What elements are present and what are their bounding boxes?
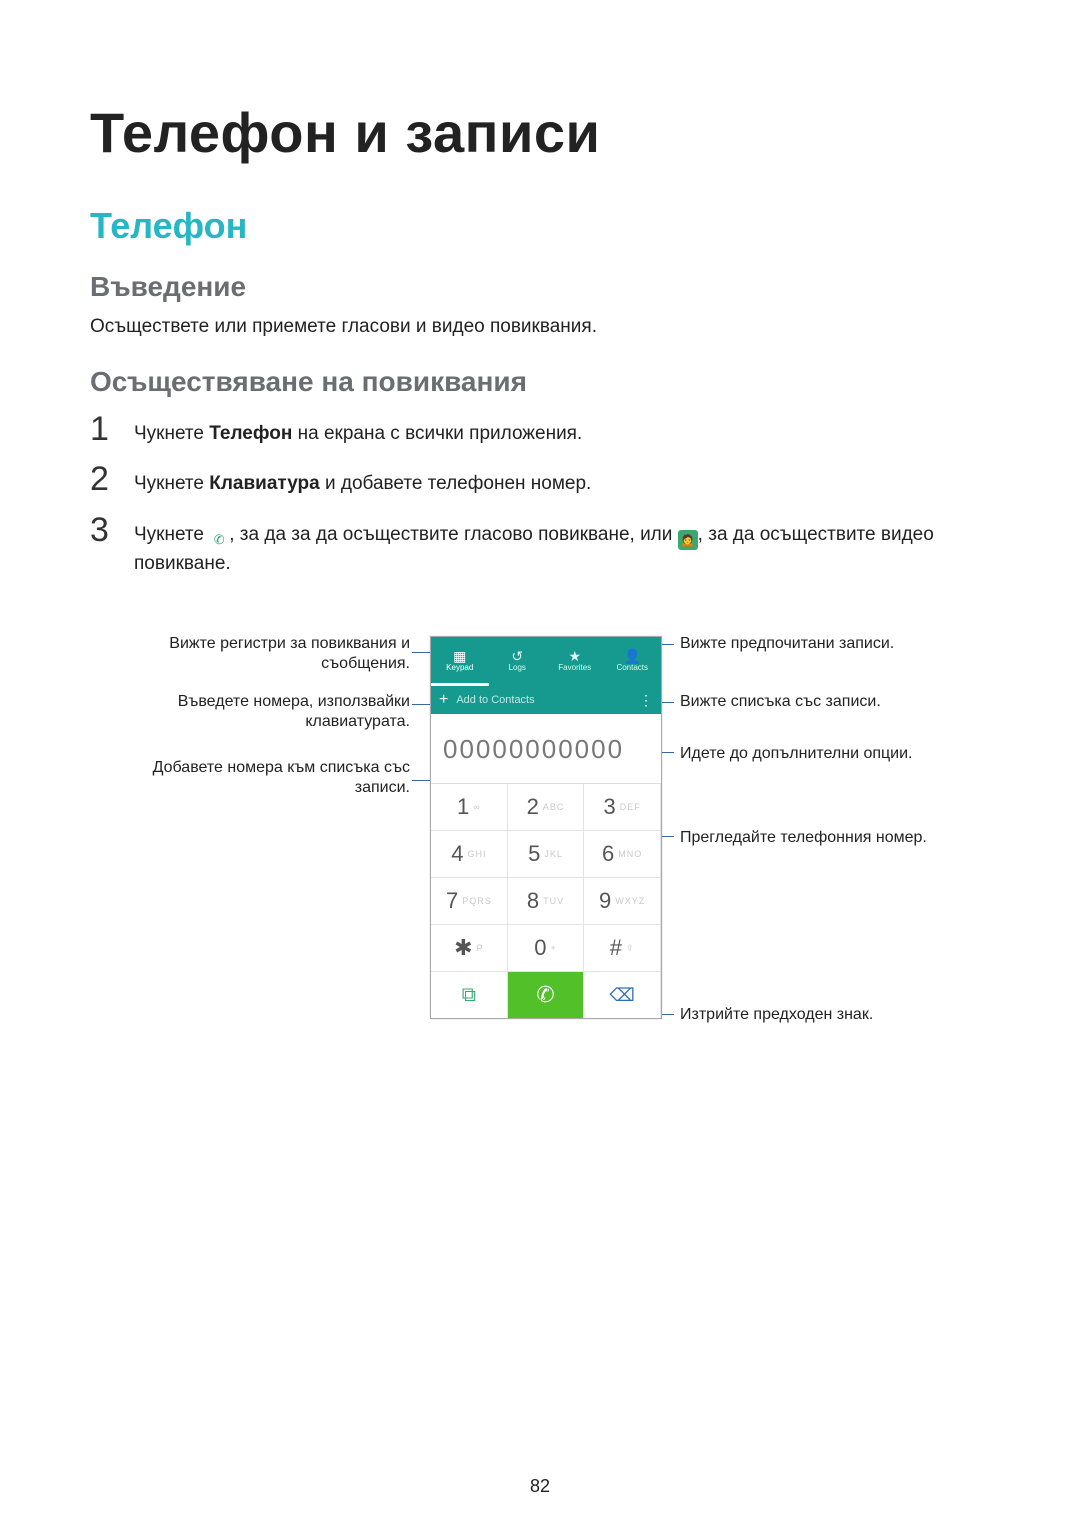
tab-label: Keypad xyxy=(446,663,473,672)
callout-contacts: Вижте списъка със записи. xyxy=(680,692,1000,712)
backspace-button[interactable]: ⌫ xyxy=(584,972,661,1018)
person-icon: 👤 xyxy=(624,649,641,663)
dialer-screenshot: ▦ Keypad ↺ Logs ★ Favorites 👤 Contacts + xyxy=(430,636,662,1019)
tab-label: Contacts xyxy=(616,663,648,672)
intro-text: Осъществете или приемете гласови и видео… xyxy=(90,313,990,342)
videocall-icon: 🙍 xyxy=(678,530,698,550)
step2-post: и добавете телефонен номер. xyxy=(320,473,592,494)
callout-view-number: Прегледайте телефонния номер. xyxy=(680,828,1000,848)
callout-add-contacts: Добавете номера към списъка със записи. xyxy=(120,758,410,798)
plus-icon: + xyxy=(439,692,448,708)
keypad-icon: ▦ xyxy=(453,649,466,663)
phone-handset-icon: ✆ xyxy=(209,530,229,550)
tab-favorites[interactable]: ★ Favorites xyxy=(546,637,604,686)
callout-logs: Вижте регистри за повиквания и съобщения… xyxy=(120,634,410,674)
tab-label: Logs xyxy=(509,663,526,672)
step-1: 1 Чукнете Телефон на екрана с всички при… xyxy=(90,412,990,449)
key-9[interactable]: 9WXYZ xyxy=(584,878,661,925)
step-2: 2 Чукнете Клавиатура и добавете телефоне… xyxy=(90,462,990,499)
key-1[interactable]: 1∞ xyxy=(431,784,508,831)
backspace-icon: ⌫ xyxy=(609,985,634,1006)
page-title: Телефон и записи xyxy=(90,100,990,165)
add-to-contacts-label: Add to Contacts xyxy=(456,694,534,706)
callout-delete-char: Изтрийте предходен знак. xyxy=(680,1005,1000,1025)
step2-pre: Чукнете xyxy=(134,473,209,494)
step-number: 1 xyxy=(90,412,120,446)
page-number: 82 xyxy=(0,1476,1080,1497)
key-6[interactable]: 6MNO xyxy=(584,831,661,878)
section-heading-phone: Телефон xyxy=(90,205,990,247)
step3-mid: , за да за да осъществите гласово повикв… xyxy=(229,524,677,545)
key-2[interactable]: 2ABC xyxy=(508,784,585,831)
step1-bold: Телефон xyxy=(209,423,292,444)
key-3[interactable]: 3DEF xyxy=(584,784,661,831)
videocall-icon: ⧉ xyxy=(462,984,476,1007)
tab-keypad[interactable]: ▦ Keypad xyxy=(431,637,489,686)
phone-handset-icon: ✆ xyxy=(536,982,554,1008)
tab-label: Favorites xyxy=(558,663,591,672)
step2-bold: Клавиатура xyxy=(209,473,319,494)
tab-logs[interactable]: ↺ Logs xyxy=(489,637,547,686)
videocall-button[interactable]: ⧉ xyxy=(431,972,508,1018)
key-5[interactable]: 5JKL xyxy=(508,831,585,878)
step1-pre: Чукнете xyxy=(134,423,209,444)
logs-icon: ↺ xyxy=(511,649,523,663)
step-3: 3 Чукнете ✆, за да за да осъществите гла… xyxy=(90,513,990,579)
key-star[interactable]: ✱P xyxy=(431,925,508,972)
step3-pre: Чукнете xyxy=(134,524,209,545)
callout-favorites: Вижте предпочитани записи. xyxy=(680,634,1000,654)
callout-more-options: Идете до допълнителни опции. xyxy=(680,744,1000,764)
key-4[interactable]: 4GHI xyxy=(431,831,508,878)
step-number: 2 xyxy=(90,462,120,496)
star-icon: ★ xyxy=(568,649,581,663)
step1-post: на екрана с всички приложения. xyxy=(292,423,582,444)
tab-contacts[interactable]: 👤 Contacts xyxy=(604,637,662,686)
number-display: 00000000000 xyxy=(431,714,661,784)
key-8[interactable]: 8TUV xyxy=(508,878,585,925)
subsection-intro-heading: Въведение xyxy=(90,271,990,303)
call-button[interactable]: ✆ xyxy=(508,972,585,1018)
step-number: 3 xyxy=(90,513,120,547)
add-to-contacts-row[interactable]: + Add to Contacts ⋮ xyxy=(431,686,661,714)
key-0[interactable]: 0+ xyxy=(508,925,585,972)
subsection-makecall-heading: Осъществяване на повиквания xyxy=(90,366,990,398)
key-hash[interactable]: #⇧ xyxy=(584,925,661,972)
callout-keypad: Въведете номера, използвайки клавиатурат… xyxy=(120,692,410,732)
more-options-icon[interactable]: ⋮ xyxy=(639,692,653,709)
key-7[interactable]: 7PQRS xyxy=(431,878,508,925)
